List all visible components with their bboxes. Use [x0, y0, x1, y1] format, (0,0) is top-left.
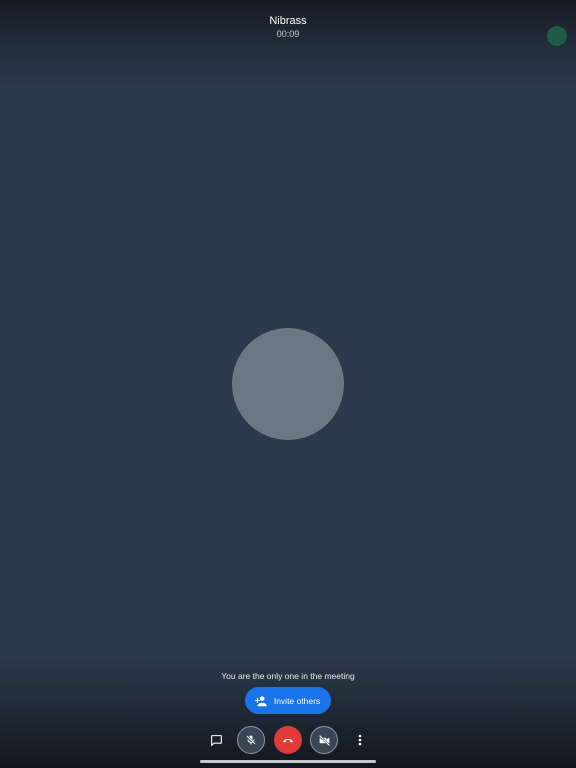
- participant-name: Nibrass: [269, 15, 307, 27]
- end-call-button[interactable]: [274, 726, 302, 754]
- home-indicator[interactable]: [200, 760, 376, 763]
- meeting-status-text: You are the only one in the meeting: [221, 671, 355, 681]
- call-header: Nibrass 00:09: [0, 14, 576, 40]
- more-vertical-icon: [358, 734, 362, 746]
- invite-others-label: Invite others: [273, 695, 321, 706]
- call-screen: Nibrass 00:09 You are the only one in th…: [0, 0, 576, 768]
- self-view-thumbnail[interactable]: [547, 26, 567, 46]
- participant-avatar: [232, 328, 344, 440]
- chat-icon: [210, 734, 222, 746]
- camera-toggle-button[interactable]: [310, 726, 338, 754]
- call-timer: 00:09: [276, 29, 300, 39]
- mic-off-icon: [246, 735, 256, 745]
- hang-up-icon: [282, 738, 294, 743]
- add-person-icon: [255, 695, 267, 706]
- chat-button[interactable]: [206, 731, 226, 749]
- microphone-toggle-button[interactable]: [237, 726, 265, 754]
- more-options-button[interactable]: [352, 730, 368, 750]
- camera-off-icon: [318, 734, 330, 746]
- invite-others-button[interactable]: Invite others: [245, 687, 331, 714]
